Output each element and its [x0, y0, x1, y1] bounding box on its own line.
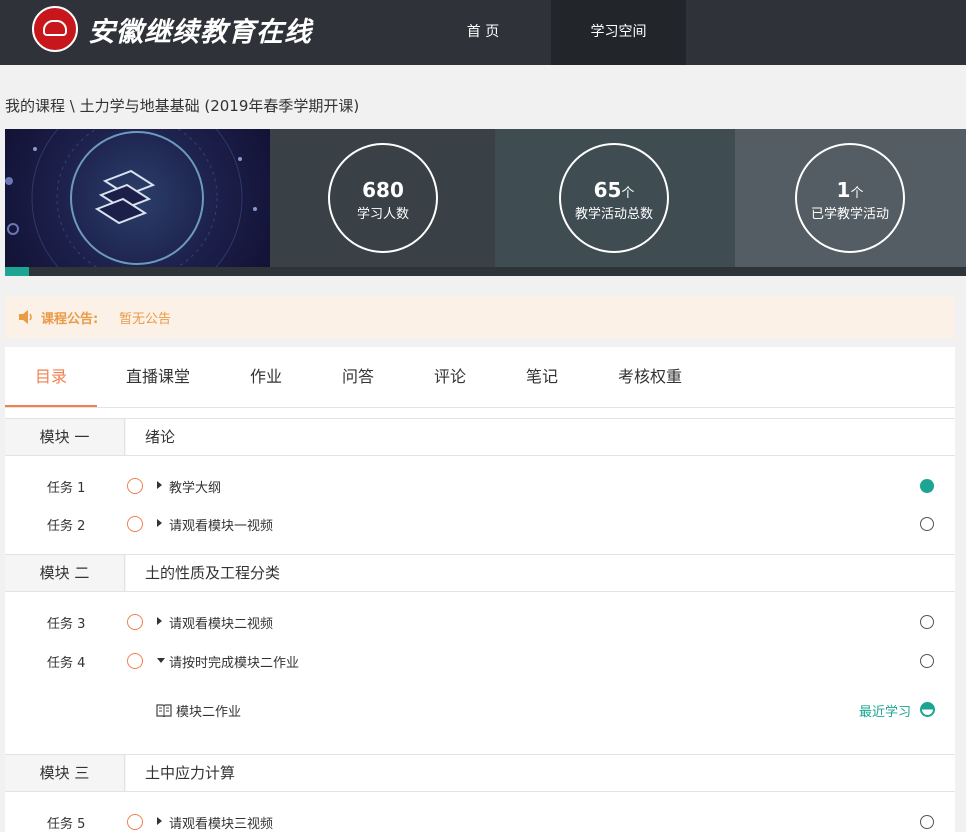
caret-right-icon[interactable]: [157, 817, 162, 825]
nav-home[interactable]: 首 页: [420, 0, 546, 65]
incomplete-dot-icon: [920, 815, 934, 829]
course-progress-fill: [5, 267, 30, 276]
stat-label: 教学活动总数: [574, 207, 653, 222]
caret-right-icon[interactable]: [157, 481, 162, 489]
task-status-circle-icon: [127, 478, 143, 494]
stat-panel-learners: 680 学习人数: [270, 129, 495, 267]
task-row[interactable]: 任务 1 教学大纲: [5, 467, 955, 505]
task-label: 任务 3: [47, 617, 86, 632]
stat-panel-learned-activities: 1个 已学教学活动: [735, 129, 966, 267]
module-title: 绪论: [145, 428, 176, 446]
module-label: 模块 三: [5, 755, 125, 791]
task-status-circle-icon: [127, 814, 143, 830]
task-title[interactable]: 请观看模块一视频: [169, 515, 273, 534]
task-title[interactable]: 请观看模块三视频: [169, 813, 273, 832]
task-label: 任务 5: [47, 817, 86, 832]
incomplete-dot-icon: [920, 654, 934, 668]
stat-value: 680: [362, 178, 404, 202]
stat-panel-total-activities: 65个 教学活动总数: [495, 129, 735, 267]
task-row[interactable]: 任务 4 请按时完成模块二作业: [5, 642, 955, 680]
tab-notes[interactable]: 笔记: [511, 347, 573, 407]
task-row[interactable]: 任务 3 请观看模块二视频: [5, 603, 955, 641]
book-icon: [156, 704, 172, 717]
caret-right-icon[interactable]: [157, 617, 162, 625]
nav-learning-space[interactable]: 学习空间: [551, 0, 686, 65]
stat-label: 学习人数: [356, 207, 409, 222]
task-title[interactable]: 教学大纲: [169, 477, 221, 496]
module-title: 土的性质及工程分类: [145, 564, 281, 582]
stat-unit: 个: [850, 186, 864, 201]
task-status-circle-icon: [127, 653, 143, 669]
tab-assessment-weight[interactable]: 考核权重: [603, 347, 697, 407]
stat-circle-total-activities: 65个 教学活动总数: [559, 143, 669, 253]
course-content: 目录 直播课堂 作业 问答 评论 笔记 考核权重 模块 一 绪论 任务 1 教学…: [5, 347, 955, 832]
course-progress-bar: [5, 267, 966, 276]
course-tabs: 目录 直播课堂 作业 问答 评论 笔记 考核权重: [5, 347, 955, 408]
tab-homework[interactable]: 作业: [235, 347, 297, 407]
course-notice: 课程公告: 暂无公告: [5, 296, 955, 338]
task-label: 任务 1: [47, 481, 86, 496]
stat-circle-learned-activities: 1个 已学教学活动: [795, 143, 905, 253]
course-cover-image: [5, 129, 270, 267]
layers-graphic-icon: [5, 129, 257, 267]
task-row[interactable]: 任务 2 请观看模块一视频: [5, 505, 955, 543]
module-label: 模块 一: [5, 419, 125, 455]
recent-study-label: 最近学习: [859, 705, 912, 720]
stat-label: 已学教学活动: [810, 207, 889, 222]
breadcrumb: 我的课程 \ 土力学与地基基础 (2019年春季学期开课): [5, 97, 360, 115]
tab-qa[interactable]: 问答: [327, 347, 389, 407]
task-status-circle-icon: [127, 516, 143, 532]
task-title[interactable]: 请观看模块二视频: [169, 613, 273, 632]
task-label: 任务 4: [47, 656, 86, 671]
in-progress-dot-icon: [920, 702, 935, 717]
module-label: 模块 二: [5, 555, 125, 591]
module-title: 土中应力计算: [145, 764, 236, 782]
logo-cloud-mark: [43, 20, 67, 36]
tab-live-class[interactable]: 直播课堂: [111, 347, 205, 407]
tab-comments[interactable]: 评论: [419, 347, 481, 407]
incomplete-dot-icon: [920, 615, 934, 629]
site-name[interactable]: 安徽继续教育在线: [88, 10, 312, 49]
activity-title[interactable]: 模块二作业: [176, 701, 241, 720]
module-row: 模块 一 绪论: [5, 418, 955, 456]
caret-right-icon[interactable]: [157, 519, 162, 527]
speaker-icon: [19, 310, 32, 324]
caret-down-icon[interactable]: [157, 658, 165, 663]
task-title[interactable]: 请按时完成模块二作业: [169, 652, 299, 671]
task-status-circle-icon: [127, 614, 143, 630]
stat-unit: 个: [621, 186, 635, 201]
incomplete-dot-icon: [920, 517, 934, 531]
notice-label: 课程公告:: [41, 312, 99, 327]
notice-text: 暂无公告: [119, 312, 172, 327]
task-label: 任务 2: [47, 519, 86, 534]
stat-value: 65: [593, 178, 622, 202]
completed-dot-icon: [920, 479, 934, 493]
activity-row[interactable]: 模块二作业 最近学习: [5, 695, 955, 725]
tab-catalog[interactable]: 目录: [5, 347, 97, 407]
module-row: 模块 三 土中应力计算: [5, 754, 955, 792]
stat-value: 1: [836, 178, 851, 202]
stat-circle-learners: 680 学习人数: [328, 143, 438, 253]
task-row[interactable]: 任务 5 请观看模块三视频: [5, 803, 955, 832]
module-row: 模块 二 土的性质及工程分类: [5, 554, 955, 592]
top-header: 安徽继续教育在线 首 页 学习空间: [0, 0, 966, 65]
school-emblem-icon[interactable]: [32, 6, 78, 52]
course-banner: 680 学习人数 65个 教学活动总数 1个 已学教学活动: [5, 129, 966, 276]
